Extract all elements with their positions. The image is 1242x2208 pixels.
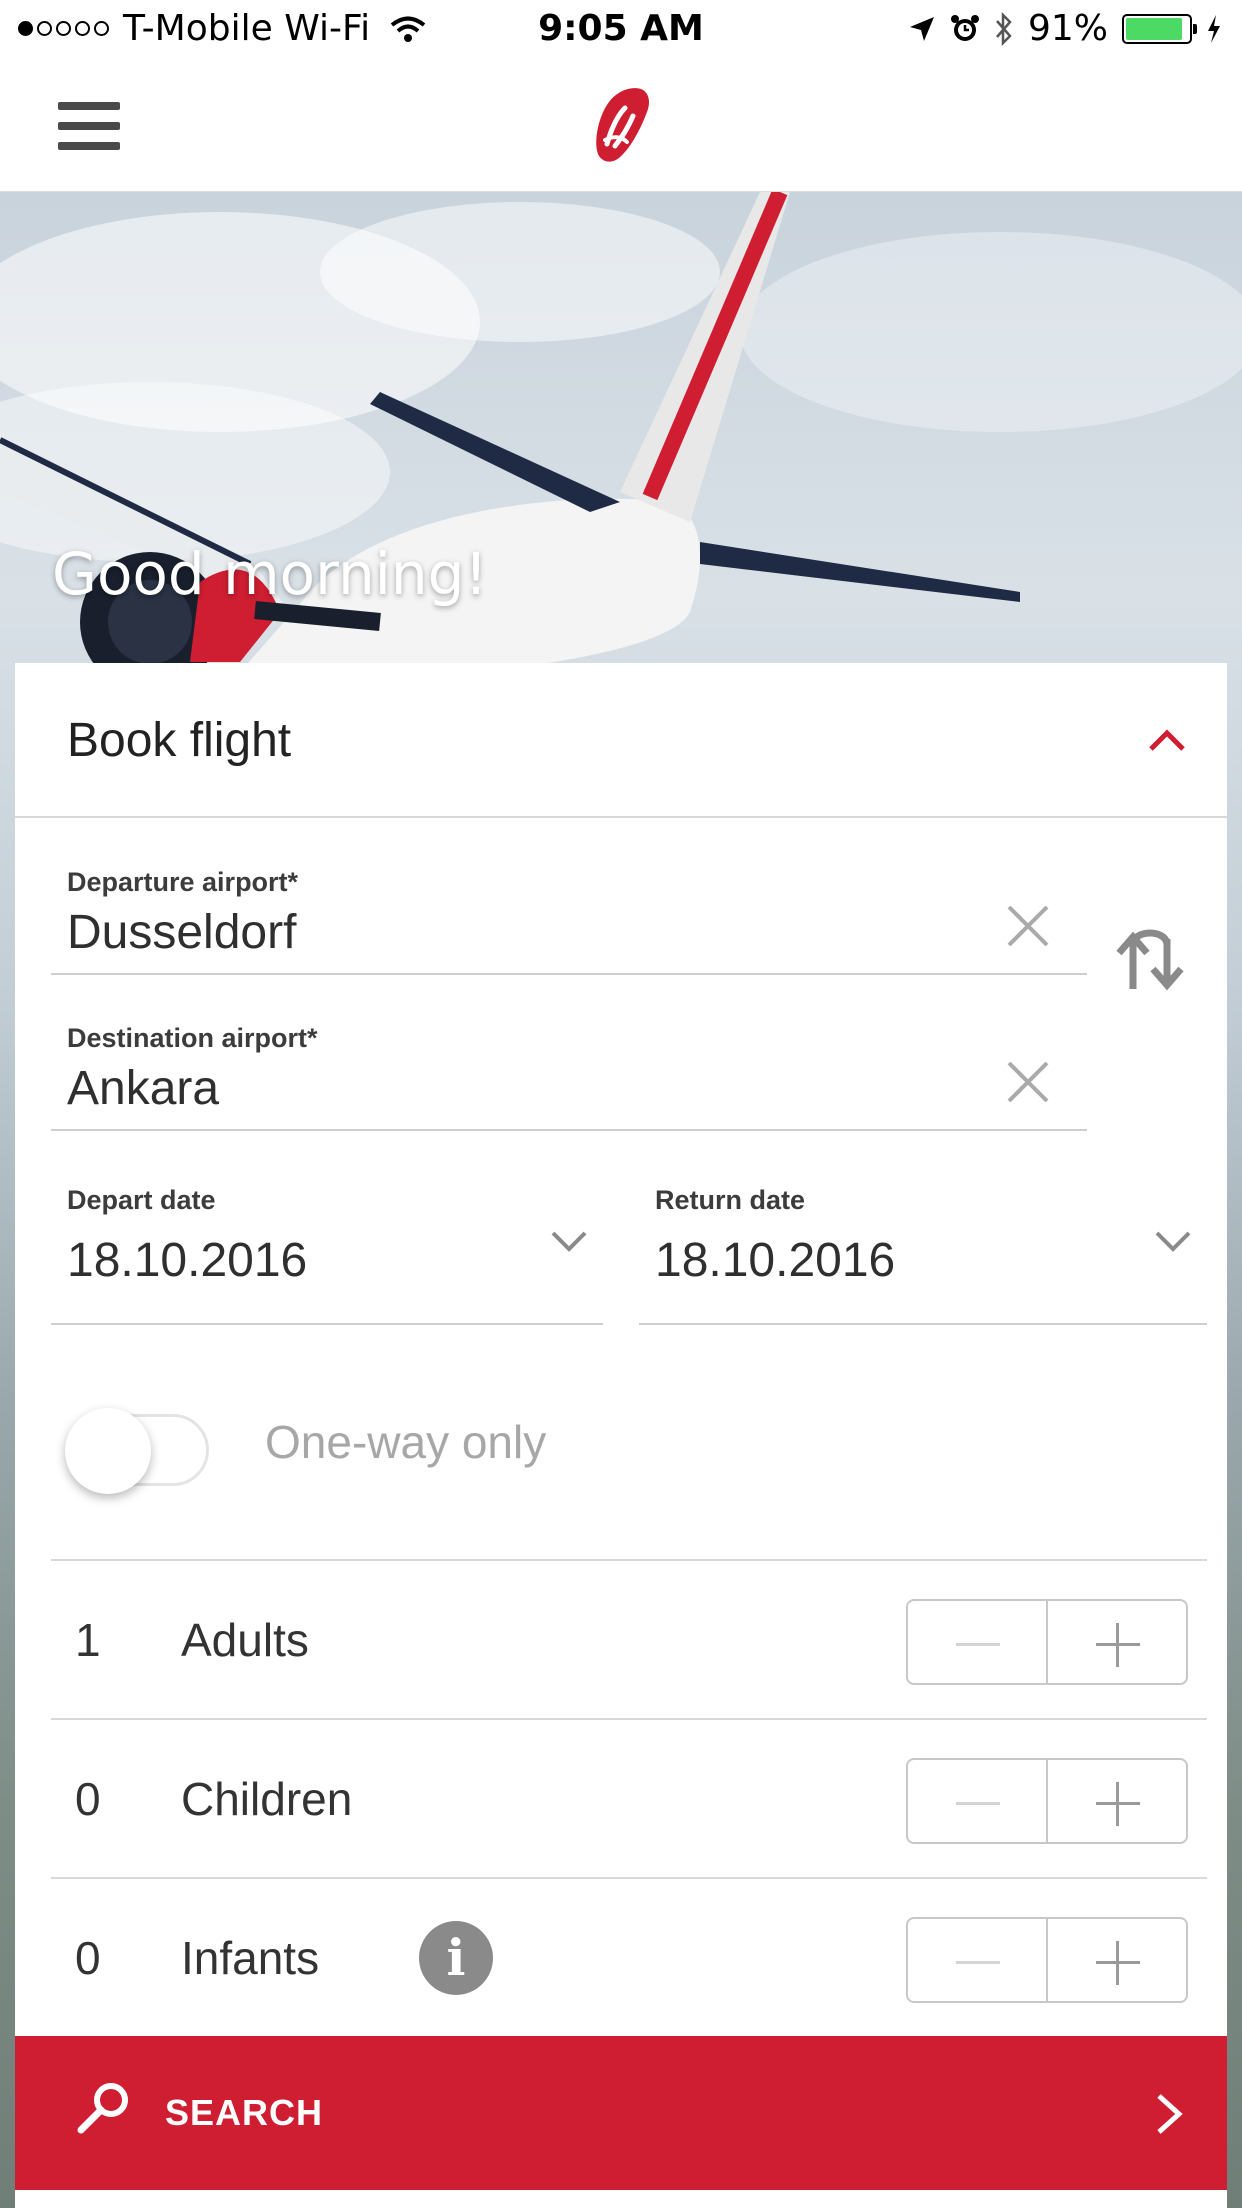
return-date-field[interactable]: Return date 18.10.2016 <box>639 1165 1207 1325</box>
bluetooth-icon <box>996 11 1012 46</box>
charging-icon <box>1208 14 1220 43</box>
airberlin-logo <box>596 88 649 162</box>
return-date-value: 18.10.2016 <box>655 1234 896 1287</box>
close-icon[interactable] <box>1003 1057 1053 1107</box>
one-way-toggle[interactable] <box>53 1396 217 1494</box>
depart-date-field[interactable]: Depart date 18.10.2016 <box>51 1165 603 1325</box>
toggle-knob <box>65 1408 151 1494</box>
return-date-label: Return date <box>655 1185 806 1215</box>
destination-airport-label: Destination airport* <box>67 1023 318 1053</box>
destination-airport-value[interactable]: Ankara <box>67 1061 219 1116</box>
close-icon[interactable] <box>1003 901 1053 951</box>
infants-label: Infants <box>181 1932 320 1984</box>
passenger-row-children: 0 Children <box>51 1718 1207 1878</box>
hamburger-icon[interactable] <box>58 102 120 150</box>
battery-icon <box>1122 13 1197 44</box>
infants-stepper <box>906 1917 1188 2003</box>
battery-percent: 91% <box>1027 8 1108 49</box>
chevron-down-icon[interactable] <box>1151 1227 1195 1257</box>
search-button[interactable]: SEARCH <box>15 2036 1227 2190</box>
nav-bar <box>0 60 1242 192</box>
passenger-row-adults: 1 Adults <box>51 1559 1207 1719</box>
adults-count: 1 <box>75 1614 101 1666</box>
children-count: 0 <box>75 1773 101 1825</box>
depart-date-label: Depart date <box>67 1185 216 1215</box>
card-header[interactable]: Book flight <box>15 663 1227 818</box>
search-label: SEARCH <box>165 2092 324 2133</box>
greeting-text: Good morning! <box>52 540 488 608</box>
infants-decrement-button[interactable] <box>908 1919 1046 2001</box>
passenger-row-infants: 0 Infants i <box>51 1877 1207 2037</box>
info-icon[interactable]: i <box>419 1921 493 1995</box>
children-label: Children <box>181 1773 353 1825</box>
search-icon <box>77 2083 128 2134</box>
depart-date-value: 18.10.2016 <box>67 1234 308 1287</box>
swap-airports-icon[interactable] <box>1115 925 1189 995</box>
status-right: 91% <box>908 8 1222 49</box>
alarm-icon <box>950 14 979 41</box>
chevron-right-icon <box>1157 2094 1183 2134</box>
book-flight-card: Book flight Departure airport* Dusseldor… <box>15 663 1227 2208</box>
departure-airport-field[interactable]: Departure airport* Dusseldorf <box>51 853 1087 975</box>
children-increment-button[interactable] <box>1046 1760 1186 1842</box>
one-way-label: One-way only <box>265 1416 547 1468</box>
departure-airport-label: Departure airport* <box>67 867 299 897</box>
location-arrow-icon <box>909 16 934 41</box>
children-decrement-button[interactable] <box>908 1760 1046 1842</box>
adults-decrement-button[interactable] <box>908 1601 1046 1683</box>
infants-count: 0 <box>75 1932 101 1984</box>
infants-increment-button[interactable] <box>1046 1919 1186 2001</box>
chevron-down-icon[interactable] <box>547 1227 591 1257</box>
destination-airport-field[interactable]: Destination airport* Ankara <box>51 1009 1087 1131</box>
adults-label: Adults <box>181 1614 309 1666</box>
card-title: Book flight <box>67 714 292 767</box>
chevron-up-icon[interactable] <box>1137 711 1197 771</box>
adults-stepper <box>906 1599 1188 1685</box>
status-bar: T-Mobile Wi-Fi 9:05 AM 91% <box>0 0 1242 60</box>
adults-increment-button[interactable] <box>1046 1601 1186 1683</box>
departure-airport-value[interactable]: Dusseldorf <box>67 905 296 960</box>
children-stepper <box>906 1758 1188 1844</box>
